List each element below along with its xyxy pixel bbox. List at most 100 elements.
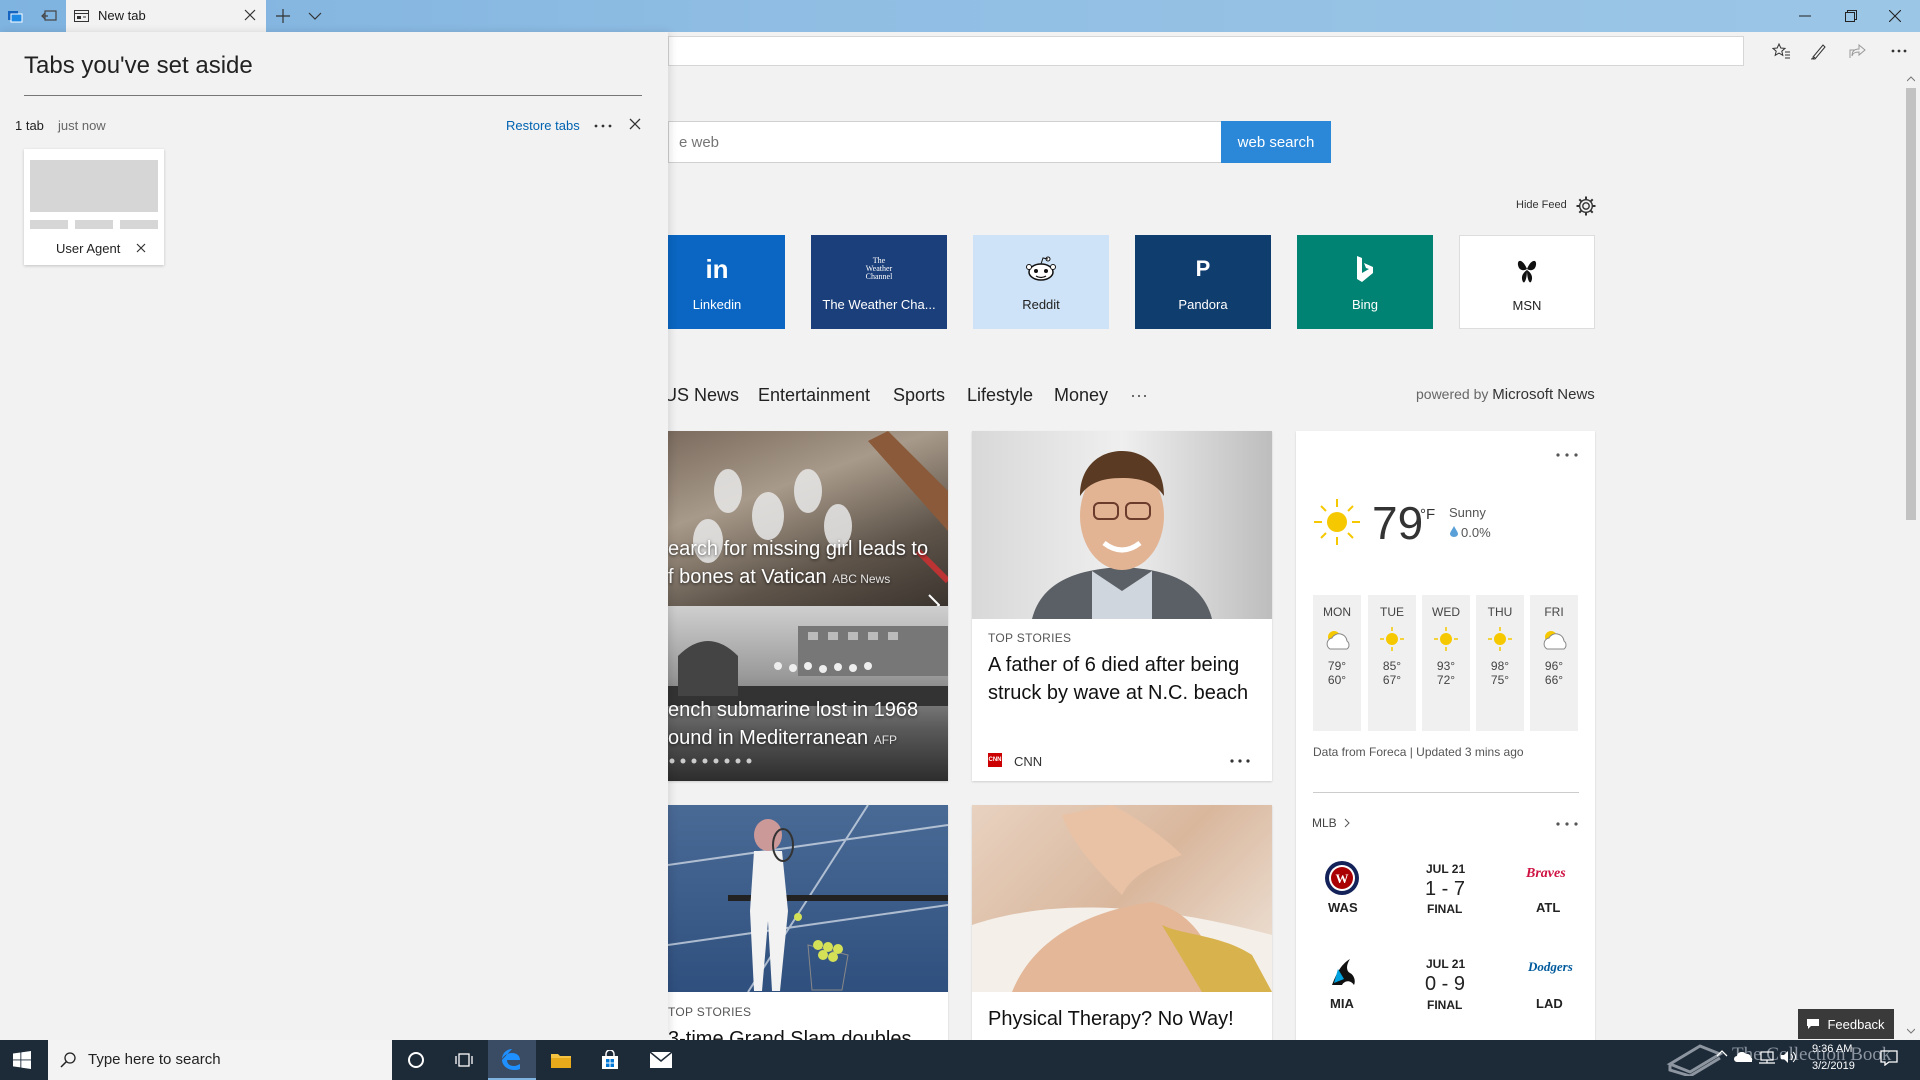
close-window-icon[interactable] <box>1884 5 1906 27</box>
forecast-day: WED 93° 72° <box>1422 595 1470 731</box>
gear-icon[interactable] <box>1575 195 1597 217</box>
restore-window-icon[interactable] <box>1840 5 1862 27</box>
set-aside-tab-card[interactable]: User Agent <box>24 149 164 265</box>
volume-icon[interactable] <box>1780 1050 1798 1064</box>
edge-browser-icon[interactable] <box>488 1040 536 1080</box>
category-lifestyle[interactable]: Lifestyle <box>967 385 1033 406</box>
news-card-cnn[interactable]: TOP STORIES A father of 6 died after bei… <box>972 431 1272 781</box>
home-team: MIA <box>1330 996 1354 1011</box>
more-options-icon[interactable] <box>594 124 612 128</box>
minimize-icon[interactable] <box>1794 5 1816 27</box>
onedrive-icon[interactable] <box>1734 1052 1752 1062</box>
web-search-button[interactable]: web search <box>1221 121 1331 163</box>
tab-name: User Agent <box>56 241 121 256</box>
top-site-pandora[interactable]: P Pandora <box>1135 235 1271 329</box>
top-site-reddit[interactable]: Reddit <box>973 235 1109 329</box>
pandora-icon: P <box>1195 256 1211 281</box>
news-carousel-card[interactable]: earch for missing girl leads to f bones … <box>668 431 948 781</box>
network-icon[interactable] <box>1757 1050 1775 1064</box>
top-site-linkedin[interactable]: in Linkedin <box>649 235 785 329</box>
category-more[interactable]: ··· <box>1130 385 1148 406</box>
weather-attribution: Data from Foreca | Updated 3 mins ago <box>1313 745 1524 759</box>
clock-time[interactable]: 9:36 AM <box>1812 1043 1852 1055</box>
web-search-box[interactable] <box>668 121 1222 163</box>
chevron-up-icon[interactable] <box>1716 1049 1728 1057</box>
tab-title: New tab <box>98 8 146 23</box>
weather-channel-logo-icon: The Weather Channel <box>865 256 893 281</box>
sun-icon <box>1312 497 1362 547</box>
task-view-icon[interactable] <box>440 1040 488 1080</box>
submarine-photo <box>668 606 948 781</box>
forecast-day: FRI 96° 66° <box>1530 595 1578 731</box>
feedback-button[interactable]: Feedback <box>1798 1009 1894 1039</box>
panel-title: Tabs you've set aside <box>24 52 253 79</box>
close-icon[interactable] <box>136 243 146 253</box>
game-row[interactable]: W WAS JUL 21 1 - 7 FINAL Braves ATL <box>1312 858 1582 928</box>
weather-more-icon[interactable] <box>1556 453 1578 457</box>
hide-feed-link[interactable]: Hide Feed <box>1516 199 1567 211</box>
more-options-icon[interactable] <box>1230 759 1250 763</box>
tennis-photo <box>668 805 948 992</box>
top-site-label: Bing <box>1351 297 1379 312</box>
partly-cloudy-icon <box>1530 627 1578 651</box>
game-row[interactable]: MIA JUL 21 0 - 9 FINAL Dodgers LAD <box>1312 953 1582 1023</box>
clock-date[interactable]: 3/2/2019 <box>1812 1060 1855 1072</box>
new-tab-icon[interactable] <box>272 5 294 27</box>
favorites-icon[interactable] <box>1770 40 1792 62</box>
forecast-day: THU 98° 75° <box>1476 595 1524 731</box>
taskbar-search-placeholder: Type here to search <box>88 1051 221 1068</box>
msn-butterfly-icon <box>1514 246 1540 294</box>
tabs-aside-icon[interactable] <box>4 5 26 27</box>
scroll-up-icon[interactable] <box>1907 76 1915 82</box>
category-sports[interactable]: Sports <box>893 385 945 406</box>
top-site-label: Pandora <box>1178 297 1228 312</box>
rain-drop-icon <box>1450 526 1458 537</box>
top-site-bing[interactable]: Bing <box>1297 235 1433 329</box>
category-us-news[interactable]: US News <box>664 385 739 406</box>
nationals-logo-icon: W <box>1324 860 1360 896</box>
massage-photo <box>972 805 1272 992</box>
scrollbar-thumb[interactable] <box>1906 88 1916 520</box>
restore-tabs-link[interactable]: Restore tabs <box>506 118 580 133</box>
tab-new-tab[interactable]: New tab <box>66 0 266 32</box>
mlb-more-icon[interactable] <box>1556 822 1578 826</box>
top-site-label: Reddit <box>1022 297 1060 312</box>
partly-cloudy-icon <box>1313 627 1361 651</box>
sun-icon <box>1476 627 1524 651</box>
close-tab-icon[interactable] <box>244 9 256 21</box>
chevron-right-icon[interactable] <box>1344 818 1350 828</box>
cortana-icon[interactable] <box>392 1040 440 1080</box>
search-input[interactable] <box>669 122 1222 162</box>
file-explorer-icon[interactable] <box>537 1040 585 1080</box>
weather-condition: Sunny <box>1449 505 1486 520</box>
news-card-tennis[interactable]: TOP STORIES 3-time Grand Slam doubles <box>668 805 948 1040</box>
share-icon[interactable] <box>1847 40 1869 62</box>
top-site-msn[interactable]: MSN <box>1459 235 1595 329</box>
more-options-icon[interactable] <box>1888 40 1910 62</box>
category-entertainment[interactable]: Entertainment <box>758 385 870 406</box>
scroll-down-icon[interactable] <box>1907 1028 1915 1034</box>
mail-icon[interactable] <box>637 1040 685 1080</box>
tab-count: 1 tab <box>15 118 44 133</box>
action-center-icon[interactable] <box>1880 1050 1898 1066</box>
category-money[interactable]: Money <box>1054 385 1108 406</box>
mlb-link[interactable]: MLB <box>1312 816 1337 830</box>
news-card-therapy[interactable]: Physical Therapy? No Way! <box>972 805 1272 1040</box>
thumbnail-bar <box>75 220 113 229</box>
close-icon[interactable] <box>629 118 641 130</box>
store-icon[interactable] <box>586 1040 634 1080</box>
top-site-weather-channel[interactable]: The Weather Channel The Weather Cha... <box>811 235 947 329</box>
top-site-label: The Weather Cha... <box>822 297 936 312</box>
windows-start-icon[interactable] <box>13 1051 31 1069</box>
game-date: JUL 21 <box>1426 957 1466 971</box>
set-tabs-aside-icon[interactable] <box>38 5 60 27</box>
current-temp: 79 <box>1372 497 1424 549</box>
reddit-alien-icon <box>1025 245 1057 293</box>
pen-icon[interactable] <box>1808 40 1830 62</box>
carousel-dots[interactable] <box>668 757 768 765</box>
chevron-down-icon[interactable] <box>304 5 326 27</box>
taskbar-search-box[interactable]: Type here to search <box>48 1040 392 1080</box>
dodgers-logo-icon: Dodgers <box>1528 959 1573 974</box>
address-bar[interactable] <box>668 36 1744 66</box>
thumbnail-bar <box>30 220 68 229</box>
